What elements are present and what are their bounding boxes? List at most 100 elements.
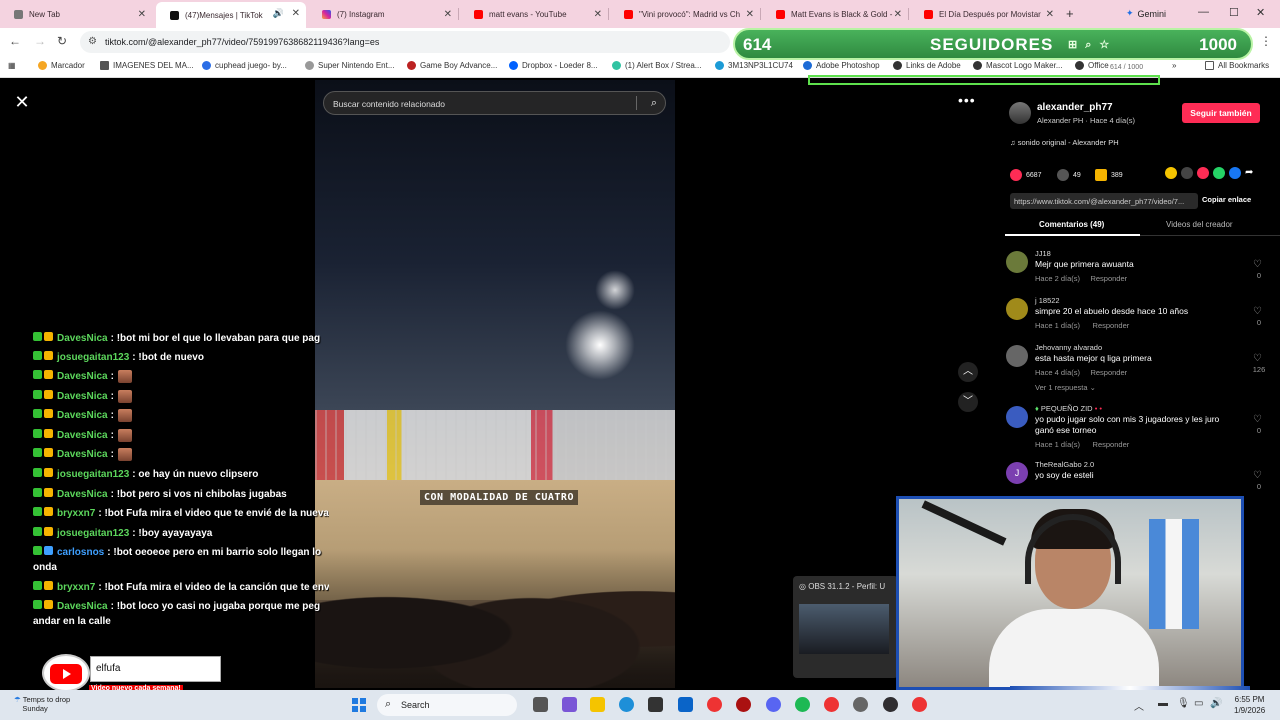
outlook-icon[interactable]	[678, 697, 693, 712]
bookmark-item[interactable]: 3M13NP3L1CU74	[715, 61, 793, 70]
close-icon[interactable]: ✕	[12, 92, 32, 112]
clock[interactable]: 6:55 PM 1/9/2026	[1234, 694, 1265, 716]
chrome-icon[interactable]	[707, 697, 722, 712]
store-icon[interactable]	[648, 697, 663, 712]
close-tab-icon[interactable]: ✕	[138, 9, 146, 20]
bookmark-item[interactable]: IMAGENES DEL MA...	[100, 61, 194, 70]
search-icon[interactable]: ⌕	[651, 97, 657, 110]
commenter-avatar[interactable]	[1006, 345, 1028, 367]
settings-icon[interactable]	[853, 697, 868, 712]
video-link-field[interactable]: https://www.tiktok.com/@alexander_ph77/v…	[1010, 193, 1198, 209]
spotify-icon[interactable]	[795, 697, 810, 712]
tab-creator-videos[interactable]: Videos del creador	[1166, 220, 1233, 229]
tray-app-icon[interactable]: ▬	[1158, 698, 1168, 709]
more-options-icon[interactable]: •••	[958, 92, 976, 108]
comment-username[interactable]: ♦ PEQUEÑO ZID • •	[1035, 404, 1102, 413]
creator-username[interactable]: alexander_ph77	[1037, 102, 1113, 113]
commenter-avatar[interactable]	[1006, 251, 1028, 273]
facebook-icon[interactable]	[1229, 167, 1241, 179]
comment-username[interactable]: Jehovanny alvarado	[1035, 343, 1102, 352]
microphone-icon[interactable]: 🎙	[1177, 698, 1190, 709]
share-icon[interactable]: ➦	[1245, 167, 1257, 179]
next-video-button[interactable]: ﹀	[958, 392, 978, 412]
address-bar[interactable]: ⚙ tiktok.com/@alexander_ph77/video/75919…	[80, 31, 730, 53]
comment-like-icon[interactable]: ♡	[1253, 259, 1262, 270]
bookmark-item[interactable]: Dropbox - Loeder 8...	[509, 61, 598, 70]
comment-username[interactable]: JJ18	[1035, 249, 1051, 258]
minimize-icon[interactable]: —	[1198, 6, 1209, 18]
comment-like-icon[interactable]: ♡	[1253, 306, 1262, 317]
obs-taskbar-preview[interactable]: ◎ OBS 31.1.2 - Perfil: U	[793, 576, 898, 678]
comment-username[interactable]: j 18522	[1035, 296, 1060, 305]
file-explorer-icon[interactable]	[590, 697, 605, 712]
reload-icon[interactable]: ↻	[57, 34, 67, 48]
whatsapp-icon[interactable]	[1213, 167, 1225, 179]
tab-youtube-movistar[interactable]: El Día Después por Movistar ✕	[910, 3, 1060, 25]
close-tab-icon[interactable]: ✕	[746, 9, 754, 20]
reply-button[interactable]: Responder	[1090, 368, 1127, 377]
volume-icon[interactable]: 🔊	[1210, 698, 1222, 709]
bookmark-item[interactable]: Mascot Logo Maker...	[973, 61, 1062, 70]
tray-overflow-icon[interactable]: ︿	[1134, 698, 1144, 713]
edge-icon[interactable]	[619, 697, 634, 712]
bookmark-item[interactable]: Adobe Photoshop	[803, 61, 880, 70]
emoji-icon[interactable]	[1165, 167, 1177, 179]
comment-like-icon[interactable]: ♡	[1253, 470, 1262, 481]
related-search-input[interactable]: Buscar contenido relacionado ⌕	[323, 91, 666, 115]
creator-avatar[interactable]	[1009, 102, 1031, 124]
video-player[interactable]: CON MODALIDAD DE CUATRO	[315, 80, 675, 688]
more-bookmarks-icon[interactable]: »	[1172, 61, 1176, 70]
tab-tiktok[interactable]: (47)Mensajes | TikTok 🔊 ✕	[156, 2, 306, 28]
forward-icon[interactable]: →	[34, 34, 46, 48]
all-bookmarks[interactable]: All Bookmarks	[1205, 61, 1269, 70]
reply-button[interactable]: Responder	[1093, 321, 1130, 330]
taskbar-search[interactable]: ⌕ Search	[377, 694, 517, 716]
tab-youtube-matt-evans[interactable]: matt evans - YouTube ✕	[460, 3, 608, 25]
chrome-icon[interactable]	[912, 697, 927, 712]
apps-icon[interactable]: ▦	[8, 61, 16, 70]
close-tab-icon[interactable]: ✕	[1046, 9, 1054, 20]
speaker-icon[interactable]: 🔊	[273, 8, 284, 19]
tab-new-tab[interactable]: New Tab ✕	[0, 3, 152, 25]
likes-stat[interactable]: 6687	[1010, 169, 1042, 181]
chrome-icon[interactable]	[824, 697, 839, 712]
discord-icon[interactable]	[766, 697, 781, 712]
tab-comments[interactable]: Comentarios (49)	[1039, 220, 1104, 229]
obs-icon[interactable]	[883, 697, 898, 712]
view-replies-button[interactable]: Ver 1 respuesta ⌄	[1035, 383, 1096, 392]
close-tab-icon[interactable]: ✕	[444, 9, 452, 20]
tab-youtube-black-gold[interactable]: Matt Evans is Black & Gold - ✕	[762, 3, 908, 25]
gemini-button[interactable]: ✦ Gemini	[1126, 8, 1166, 19]
comment-username[interactable]: TheRealGabo 2.0	[1035, 460, 1094, 469]
close-window-icon[interactable]: ✕	[1256, 6, 1265, 19]
close-tab-icon[interactable]: ✕	[894, 9, 902, 20]
close-tab-icon[interactable]: ✕	[594, 9, 602, 20]
close-tab-icon[interactable]: ✕	[292, 8, 300, 19]
bookmark-item[interactable]: Links de Adobe	[893, 61, 961, 70]
new-tab-button[interactable]: +	[1066, 6, 1074, 21]
embed-icon[interactable]	[1181, 167, 1193, 179]
saves-stat[interactable]: 389	[1095, 169, 1123, 181]
site-info-icon[interactable]: ⚙	[88, 36, 97, 47]
bookmark-item[interactable]: Game Boy Advance...	[407, 61, 497, 70]
reply-button[interactable]: Responder	[1090, 274, 1127, 283]
commenter-avatar[interactable]	[1006, 298, 1028, 320]
follow-button[interactable]: Seguir también	[1182, 103, 1260, 123]
sound-info[interactable]: ♫ sonido original - Alexander PH	[1010, 138, 1119, 147]
bookmark-item[interactable]: Super Nintendo Ent...	[305, 61, 395, 70]
maximize-icon[interactable]: ☐	[1229, 6, 1239, 19]
previous-video-button[interactable]: ︿	[958, 362, 978, 382]
commenter-avatar[interactable]: J	[1006, 462, 1028, 484]
comment-like-icon[interactable]: ♡	[1253, 414, 1262, 425]
commenter-avatar[interactable]	[1006, 406, 1028, 428]
tab-youtube-vini[interactable]: "Vini provocó": Madrid vs Ch ✕	[610, 3, 760, 25]
tab-instagram[interactable]: (7) Instagram ✕	[308, 3, 458, 25]
comment-like-icon[interactable]: ♡	[1253, 353, 1262, 364]
task-view-icon[interactable]	[533, 697, 548, 712]
comments-stat[interactable]: 49	[1057, 169, 1081, 181]
reply-button[interactable]: Responder	[1093, 440, 1130, 449]
send-icon[interactable]	[1197, 167, 1209, 179]
copilot-icon[interactable]	[562, 697, 577, 712]
menu-icon[interactable]: ⋮	[1260, 34, 1272, 48]
back-icon[interactable]: ←	[9, 34, 21, 48]
